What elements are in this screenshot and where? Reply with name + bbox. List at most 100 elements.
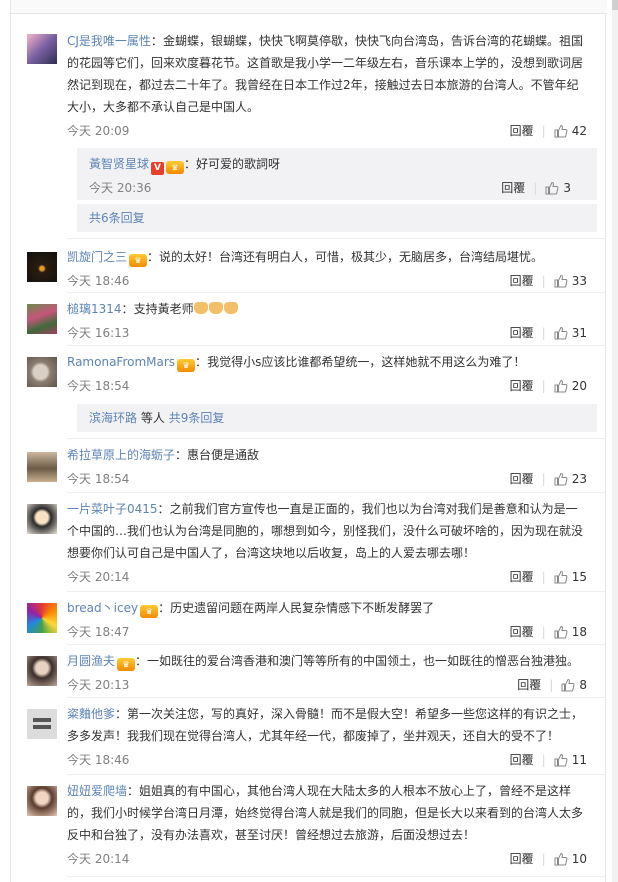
comment-body: bread丶icey ♛ ：历史遗留问题在两岸人民复杂情感下不断发酵罢了 今天 18…	[67, 597, 587, 641]
comment-username[interactable]: 一片菜叶子0415	[67, 502, 158, 516]
flex-emoji-icon	[223, 302, 238, 314]
comment-meta: 今天 18:54 回覆 | 20	[67, 375, 587, 395]
flex-emoji-icon	[193, 302, 208, 314]
reply-button[interactable]: 回覆	[510, 122, 534, 139]
scrollbar-thumb[interactable]	[612, 0, 618, 10]
avatar[interactable]	[27, 252, 57, 282]
avatar[interactable]	[27, 504, 57, 534]
reply-button[interactable]: 回覆	[501, 179, 525, 196]
comment-actions: 回覆 | 10	[510, 850, 587, 867]
comment-text: 月圆渔夫 ♛ ：一如既往的爱台湾香港和澳门等等所有的中国领土，也一如既往的憎恶台独港…	[67, 654, 580, 671]
like-count: 8	[579, 677, 587, 692]
comment-time: 今天 20:14	[67, 570, 130, 584]
comment-text: RamonaFromMars ♛ ：我觉得小s应该比谁都希望统一，这样她就不用这么为…	[67, 355, 526, 372]
reply-button[interactable]: 回覆	[510, 377, 534, 394]
like-count: 31	[571, 325, 587, 340]
divider: |	[541, 123, 546, 138]
divider: |	[541, 325, 546, 340]
comment-body: 槌璃1314：支持黃老师 今天 16:13 回覆 | 31	[67, 298, 587, 342]
comment-username[interactable]: bread丶icey	[67, 601, 138, 615]
comment-actions: 回覆 | 15	[510, 568, 587, 585]
comment-username[interactable]: 希拉草原上的海蛎子	[67, 448, 175, 462]
comment-content: 说的太好！台湾还有明白人，可惜，极其少，无脑居多，台湾结局堪忧。	[159, 250, 544, 264]
divider	[67, 774, 605, 775]
avatar[interactable]	[27, 34, 57, 64]
divider	[67, 876, 605, 877]
comment-actions: 回覆 | 18	[510, 623, 587, 640]
avatar[interactable]	[27, 656, 57, 686]
thumbs-up-icon	[554, 753, 568, 766]
comment-body: 妞妞爱爬墙：姐姐真的有中国心，其他台湾人现在大陆太多的人根本不放心上了，曾经不是…	[67, 780, 587, 868]
like-button[interactable]: 31	[554, 326, 587, 340]
comment-username[interactable]: 妞妞爱爬墙	[67, 784, 127, 798]
like-count: 11	[571, 752, 587, 767]
like-button[interactable]: 15	[554, 570, 587, 584]
comment-username[interactable]: RamonaFromMars	[67, 355, 175, 369]
vip-badge-icon: ♛	[117, 658, 136, 671]
like-button[interactable]: 11	[554, 753, 587, 767]
comment-username[interactable]: 粢麯他爹	[67, 707, 115, 721]
sub-reply-username[interactable]: 黃智贤星球	[89, 157, 149, 171]
sub-reply-meta: 今天 20:36 回覆 | 3	[89, 177, 585, 197]
comment-meta: 今天 18:46 回覆 | 33	[67, 270, 587, 290]
avatar[interactable]	[27, 709, 57, 739]
more-replies-link[interactable]: 滨海环路 等人 共9条回复	[77, 404, 597, 432]
reply-button[interactable]: 回覆	[510, 751, 534, 768]
divider	[67, 238, 605, 239]
comment-text: 粢麯他爹：第一次关注您，写的真好，深入骨髓！而不是假大空！希望多一些您这样的有识…	[67, 707, 584, 743]
like-button[interactable]: 8	[561, 678, 587, 692]
like-button[interactable]: 10	[554, 852, 587, 866]
reply-button[interactable]: 回覆	[510, 272, 534, 289]
comment-time: 今天 18:47	[67, 625, 130, 639]
comment-meta: 今天 20:14 回覆 | 10	[67, 848, 587, 868]
thumbs-up-icon	[545, 181, 559, 194]
divider	[67, 492, 605, 493]
avatar[interactable]	[27, 304, 57, 334]
thumbs-up-icon	[554, 326, 568, 339]
avatar[interactable]	[27, 603, 57, 633]
scrollbar[interactable]	[612, 0, 618, 882]
like-count: 23	[571, 471, 587, 486]
reply-button[interactable]: 回覆	[510, 850, 534, 867]
sub-reply: 黃智贤星球 V ♛ ：好可爱的歌詞呀 今天 20:36 回覆 | 3	[77, 148, 597, 197]
comment-username[interactable]: CJ是我唯一属性	[67, 34, 151, 48]
like-button[interactable]: 33	[554, 274, 587, 288]
more-replies-label[interactable]: 共9条回复	[169, 411, 225, 425]
reply-button[interactable]: 回覆	[510, 568, 534, 585]
like-button[interactable]: 42	[554, 124, 587, 138]
divider: |	[541, 851, 546, 866]
reply-button[interactable]: 回覆	[510, 623, 534, 640]
more-replies-link[interactable]: 共6条回复	[77, 204, 597, 232]
sub-reply-text: 黃智贤星球 V ♛ ：好可爱的歌詞呀	[89, 157, 281, 175]
comment-body: CJ是我唯一属性：金蝴蝶，银蝴蝶，快快飞啊莫停歇，快快飞向台湾岛，告诉台湾的花蝴…	[67, 30, 587, 140]
vip-badge-icon: ♛	[140, 605, 159, 618]
like-button[interactable]: 18	[554, 625, 587, 639]
like-button[interactable]: 20	[554, 379, 587, 393]
like-count: 42	[571, 123, 587, 138]
like-button[interactable]: 23	[554, 472, 587, 486]
more-replies-label[interactable]: 共6条回复	[89, 211, 145, 225]
comment-text: 一片菜叶子0415：之前我们官方宣传也一直是正面的，我们也以为台湾对我们是善意和…	[67, 502, 584, 560]
like-button[interactable]: 3	[545, 181, 571, 195]
like-count: 18	[571, 624, 587, 639]
reply-button[interactable]: 回覆	[510, 324, 534, 341]
thumbs-up-icon	[554, 379, 568, 392]
divider: |	[541, 273, 546, 288]
comment-meta: 今天 20:13 回覆 | 8	[67, 674, 587, 694]
comment-meta: 今天 18:46 回覆 | 11	[67, 749, 587, 769]
divider	[67, 644, 605, 645]
more-replies-user[interactable]: 滨海环路	[89, 411, 137, 425]
avatar[interactable]	[27, 786, 57, 816]
avatar[interactable]	[27, 357, 57, 387]
reply-button[interactable]: 回覆	[517, 676, 541, 693]
reply-button[interactable]: 回覆	[510, 470, 534, 487]
comment-meta: 今天 20:09 回覆 | 42	[67, 120, 587, 140]
comment-username[interactable]: 月圆渔夫	[67, 654, 115, 668]
comment-username[interactable]: 槌璃1314	[67, 302, 122, 316]
comment-body: 月圆渔夫 ♛ ：一如既往的爱台湾香港和澳门等等所有的中国领土，也一如既往的憎恶台独港…	[67, 650, 587, 694]
comment-meta: 今天 16:13 回覆 | 31	[67, 322, 587, 342]
comment-time: 今天 16:13	[67, 326, 130, 340]
avatar[interactable]	[27, 452, 57, 482]
sub-reply-time: 今天 20:36	[89, 181, 152, 195]
comment-username[interactable]: 凯旋门之三	[67, 250, 127, 264]
